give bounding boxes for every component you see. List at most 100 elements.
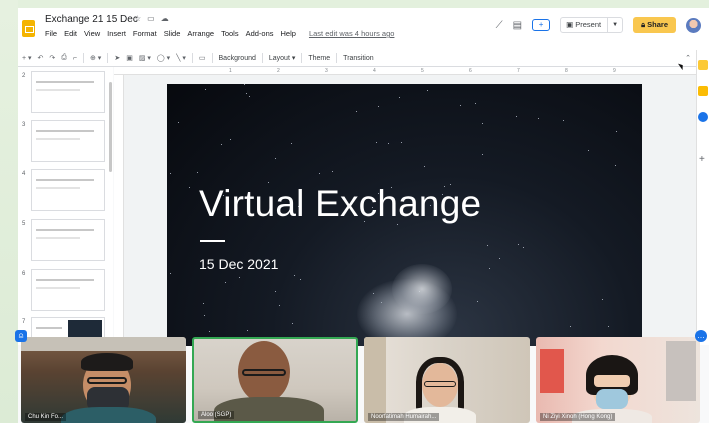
slide-number: 3 xyxy=(22,122,26,128)
slide-thumbnail[interactable] xyxy=(31,269,105,311)
filmstrip-item[interactable]: 5 xyxy=(18,219,113,263)
slide-date[interactable]: 15 Dec 2021 xyxy=(199,256,278,272)
comment-history-icon[interactable]: ▤ xyxy=(513,20,522,31)
avatar[interactable] xyxy=(686,17,701,33)
present-icon: ▣ xyxy=(566,20,576,29)
menu-view[interactable]: View xyxy=(84,29,100,38)
slide-thumbnail[interactable] xyxy=(31,120,105,162)
background-button[interactable]: Background xyxy=(219,55,256,62)
slide-thumbnail[interactable] xyxy=(31,169,105,211)
star-dot xyxy=(249,96,250,97)
participant-name: Chu Kin Fo... xyxy=(25,413,67,421)
slide-thumbnail[interactable] xyxy=(31,71,105,113)
star-dot xyxy=(482,123,483,124)
filmstrip-scrollbar[interactable] xyxy=(109,82,112,172)
background-left-strip xyxy=(0,0,18,423)
menu-slide[interactable]: Slide xyxy=(164,29,181,38)
star-dot xyxy=(460,105,461,106)
slide-editor-canvas[interactable]: 1 2 3 4 5 6 7 8 9 Virtual Exchange 15 De… xyxy=(114,67,696,346)
menu-format[interactable]: Format xyxy=(133,29,157,38)
ruler-tick: 9 xyxy=(613,68,616,74)
ceiling-lights xyxy=(21,337,186,351)
star-icon[interactable]: ☆ xyxy=(134,14,147,23)
participant-name: Ni Ziyi Xinoh (Hong Kong) xyxy=(540,413,616,421)
star-dot xyxy=(246,93,247,94)
star-dot xyxy=(378,106,379,107)
current-slide[interactable]: Virtual Exchange 15 Dec 2021 xyxy=(167,84,642,346)
toolbar-divider xyxy=(211,53,213,63)
horizontal-ruler: 1 2 3 4 5 6 7 8 9 xyxy=(114,67,696,75)
filmstrip-item[interactable]: 4 xyxy=(18,169,113,213)
tasks-icon[interactable] xyxy=(698,112,708,122)
present-button[interactable]: ▣ Present ▼ xyxy=(560,17,624,33)
star-dot xyxy=(291,143,292,144)
toolbar-divider xyxy=(261,53,263,63)
participant-name: Noorfatimah Humairah... xyxy=(368,413,440,421)
paint-format-icon[interactable]: ⌐ xyxy=(73,55,77,62)
star-dot xyxy=(203,303,204,304)
filmstrip-item[interactable]: 6 xyxy=(18,269,113,313)
filmstrip-item[interactable]: 3 xyxy=(18,120,113,164)
participant-name: Aloo (SGP) xyxy=(198,411,235,419)
star-dot xyxy=(197,172,198,173)
undo-icon[interactable]: ↶ xyxy=(38,54,44,62)
activity-dashboard-icon[interactable]: ⟋ xyxy=(496,20,503,31)
glasses-icon xyxy=(424,381,456,387)
add-on-plus-icon[interactable]: + xyxy=(699,154,705,165)
collapse-toolbar-icon[interactable]: ⌃ xyxy=(685,54,691,62)
participant-tile[interactable]: Noorfatimah Humairah... xyxy=(364,337,530,423)
star-dot xyxy=(563,120,564,121)
redo-icon[interactable]: ↷ xyxy=(49,54,55,62)
filmstrip-item[interactable]: 2 xyxy=(18,71,113,115)
print-icon[interactable]: ⎙ xyxy=(61,54,67,62)
calendar-icon[interactable] xyxy=(698,60,708,70)
share-button[interactable]: 🔒︎ Share xyxy=(633,17,676,33)
star-dot xyxy=(477,301,478,302)
menu-arrange[interactable]: Arrange xyxy=(187,29,214,38)
last-edit-link[interactable]: Last edit was 4 hours ago xyxy=(309,29,394,38)
star-dot xyxy=(247,330,248,331)
menu-tools[interactable]: Tools xyxy=(221,29,239,38)
zoom-icon[interactable]: ⊕ ▾ xyxy=(90,54,101,62)
chevron-down-icon[interactable]: ▼ xyxy=(608,22,622,28)
participant-tile-active-speaker[interactable]: Aloo (SGP) xyxy=(192,337,358,423)
image-icon[interactable]: ▨ ▾ xyxy=(139,54,151,62)
ruler-tick: 1 xyxy=(229,68,232,74)
slide-title[interactable]: Virtual Exchange xyxy=(199,183,481,225)
meet-icon[interactable]: + xyxy=(532,19,551,31)
menu-help[interactable]: Help xyxy=(281,29,296,38)
document-title[interactable]: Exchange 21 15 Dec xyxy=(45,14,138,25)
line-icon[interactable]: ╲ ▾ xyxy=(176,54,186,62)
slides-logo-icon[interactable] xyxy=(22,20,35,37)
participant-hair xyxy=(81,353,133,371)
new-slide-icon[interactable]: + ▾ xyxy=(22,54,32,62)
star-dot xyxy=(376,142,377,143)
meet-chat-bubble-icon[interactable]: … xyxy=(695,330,707,342)
comment-icon[interactable]: ▭ xyxy=(199,54,206,62)
transition-button[interactable]: Transition xyxy=(343,55,373,62)
ruler-tick: 3 xyxy=(325,68,328,74)
vertical-ruler xyxy=(114,75,124,345)
text-box-icon[interactable]: ▣ xyxy=(126,54,133,62)
cloud-status-icon[interactable]: ☁ xyxy=(161,14,175,23)
participant-tile[interactable]: Chu Kin Fo... xyxy=(21,337,186,423)
participant-tile[interactable]: Ni Ziyi Xinoh (Hong Kong) xyxy=(536,337,700,423)
star-dot xyxy=(356,111,357,112)
move-folder-icon[interactable]: ▭ xyxy=(147,14,161,23)
menu-addons[interactable]: Add-ons xyxy=(246,29,274,38)
shape-icon[interactable]: ◯ ▾ xyxy=(157,54,170,62)
layout-button[interactable]: Layout ▾ xyxy=(269,54,296,62)
keep-icon[interactable] xyxy=(698,86,708,96)
slide-thumbnail[interactable] xyxy=(31,219,105,261)
menu-file[interactable]: File xyxy=(45,29,57,38)
accessibility-icon[interactable]: ⍝ xyxy=(15,330,27,342)
layout-label: Layout xyxy=(268,55,290,62)
star-dot xyxy=(401,142,402,143)
theme-button[interactable]: Theme xyxy=(308,55,330,62)
select-icon[interactable]: ➤ xyxy=(114,54,120,62)
menu-edit[interactable]: Edit xyxy=(64,29,77,38)
cloud-image xyxy=(392,264,452,314)
menu-insert[interactable]: Insert xyxy=(107,29,126,38)
title-bar: Exchange 21 15 Dec ☆▭☁ File Edit View In… xyxy=(18,8,709,50)
star-dot xyxy=(482,154,483,155)
